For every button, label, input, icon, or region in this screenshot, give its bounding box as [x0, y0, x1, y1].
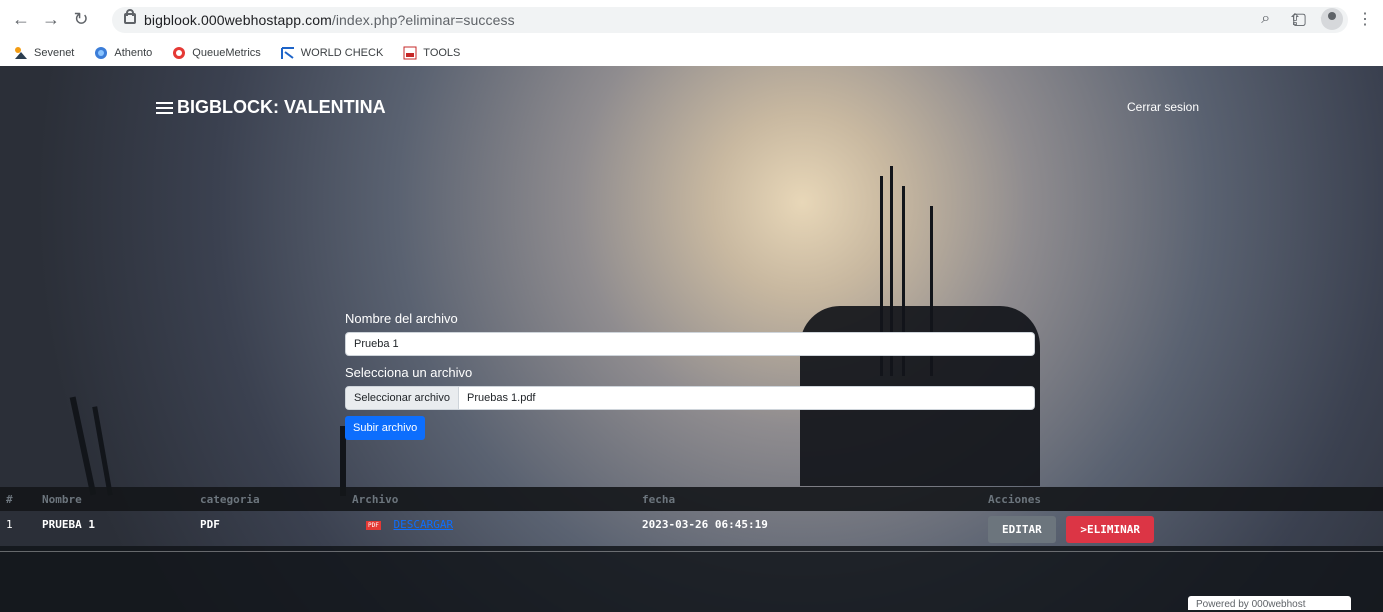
header-file: Archivo: [352, 492, 399, 506]
bookmark-athento[interactable]: Athento: [94, 46, 152, 60]
bookmark-label: Athento: [114, 47, 153, 59]
bookmark-label: QueueMetrics: [192, 47, 261, 59]
page-background: BIGBLOCK: VALENTINA Cerrar sesion Nombre…: [0, 66, 1383, 612]
file-name-input[interactable]: Prueba 1: [345, 332, 1035, 356]
download-link[interactable]: DESCARGAR: [393, 518, 453, 531]
delete-button[interactable]: >ELIMINAR: [1066, 516, 1154, 543]
forward-arrow-icon[interactable]: →: [40, 8, 62, 30]
row-index: 1: [6, 518, 13, 531]
file-name-label: Nombre del archivo: [345, 311, 458, 326]
app-title: BIGBLOCK: VALENTINA: [177, 97, 386, 117]
browser-toolbar: ← → ↻ bigblook.000webhostapp.com/index.p…: [0, 0, 1383, 40]
bookmark-tools[interactable]: TOOLS: [403, 46, 460, 60]
table-header: # Nombre categoria Archivo fecha Accione…: [0, 487, 1383, 511]
selected-file-name: Pruebas 1.pdf: [467, 392, 536, 404]
header-actions: Acciones: [988, 492, 1041, 506]
reload-icon[interactable]: ↻: [70, 8, 92, 30]
browser-actions: ▢ ⋮: [1292, 8, 1373, 30]
bookmarks-bar: Sevenet Athento QueueMetrics WORLD CHECK…: [0, 40, 1383, 67]
url-text: bigblook.000webhostapp.com/index.php?eli…: [144, 12, 515, 28]
bookmark-queuemetrics[interactable]: QueueMetrics: [172, 46, 261, 60]
pdf-file-icon: PDF: [366, 520, 381, 530]
bookmark-label: WORLD CHECK: [300, 47, 384, 59]
upload-button[interactable]: Subir archivo: [345, 416, 426, 440]
address-bar[interactable]: bigblook.000webhostapp.com/index.php?eli…: [112, 7, 1348, 33]
row-category: PDF: [200, 518, 220, 531]
header-name: Nombre: [42, 492, 82, 506]
queuemetrics-icon: [172, 46, 186, 60]
files-table: # Nombre categoria Archivo fecha Accione…: [0, 487, 1383, 552]
bookmark-sevenet[interactable]: Sevenet: [14, 46, 74, 60]
table-row: 1 PRUEBA 1 PDF PDF DESCARGAR 2023-03-26 …: [0, 511, 1383, 552]
lock-icon: [124, 9, 136, 24]
hamburger-menu-icon[interactable]: [156, 101, 173, 115]
header-date: fecha: [642, 492, 676, 506]
athento-icon: [94, 46, 108, 60]
back-arrow-icon[interactable]: ←: [10, 8, 32, 30]
url-domain: bigblook.000webhostapp.com: [144, 12, 332, 28]
url-path: /index.php?eliminar=success: [331, 12, 515, 28]
row-file: PDF DESCARGAR: [346, 511, 636, 531]
row-date: 2023-03-26 06:45:19: [642, 518, 768, 531]
zoom-icon[interactable]: ⌕: [1261, 10, 1270, 30]
logout-link[interactable]: Cerrar sesion: [1127, 100, 1199, 114]
edit-button[interactable]: EDITAR: [988, 516, 1056, 543]
bookmark-label: Sevenet: [34, 47, 75, 59]
header-index: #: [6, 492, 13, 506]
worldcheck-icon: [280, 46, 295, 60]
page-title: BIGBLOCK: VALENTINA: [156, 97, 386, 118]
row-actions: EDITAR >ELIMINAR: [982, 511, 1383, 543]
sevenet-icon: [14, 46, 28, 60]
scaffold-silhouette: [0, 546, 1383, 612]
choose-file-button[interactable]: Seleccionar archivo: [346, 387, 459, 409]
file-select-label: Selecciona un archivo: [345, 365, 473, 380]
menu-kebab-icon[interactable]: ⋮: [1357, 9, 1373, 29]
side-panel-icon[interactable]: ▢: [1292, 9, 1307, 29]
bookmark-label: TOOLS: [423, 47, 461, 59]
bookmark-worldcheck[interactable]: WORLD CHECK: [280, 46, 384, 60]
profile-avatar[interactable]: [1321, 8, 1343, 30]
row-name: PRUEBA 1: [42, 518, 95, 531]
powered-by-badge[interactable]: Powered by 000webhost: [1188, 596, 1351, 610]
upload-form: Nombre del archivo Prueba 1 Selecciona u…: [345, 311, 1035, 440]
pdf24-icon: [403, 46, 417, 60]
rebar-silhouette: [92, 406, 113, 496]
file-input[interactable]: Seleccionar archivo Pruebas 1.pdf: [345, 386, 1035, 410]
header-category: categoria: [200, 492, 260, 506]
